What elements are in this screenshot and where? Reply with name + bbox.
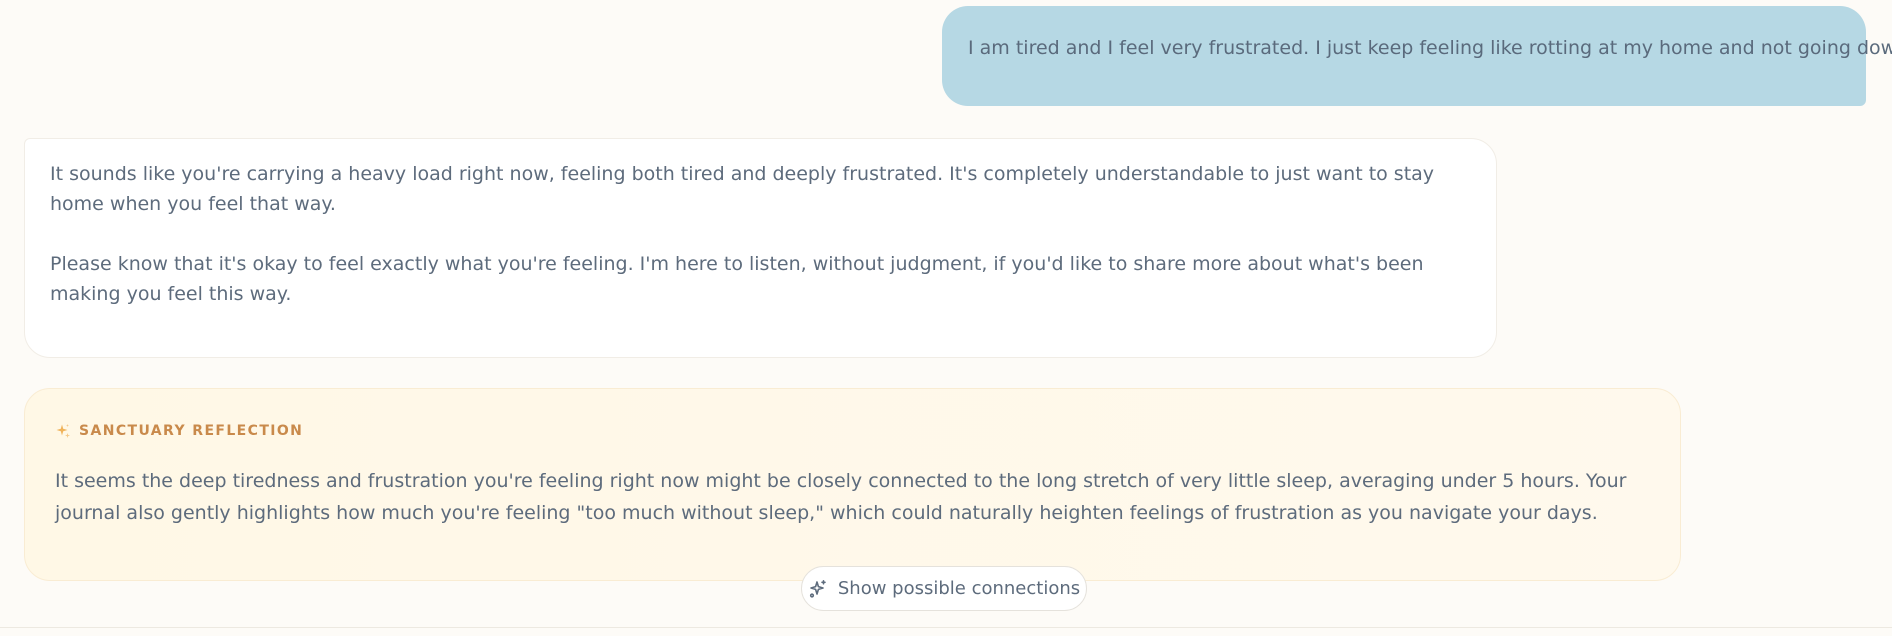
sanctuary-reflection-card: SANCTUARY REFLECTION It seems the deep t…	[24, 388, 1681, 581]
reflection-title: SANCTUARY REFLECTION	[79, 423, 304, 439]
user-message-bubble: I am tired and I feel very frustrated. I…	[942, 6, 1892, 106]
chat-view: I am tired and I feel very frustrated. I…	[0, 0, 1892, 636]
reflection-text: It seems the deep tiredness and frustrat…	[55, 470, 1627, 524]
assistant-message-bubble: It sounds like you're carrying a heavy l…	[24, 138, 1497, 358]
divider	[0, 627, 1892, 628]
sparkles-icon	[808, 579, 828, 599]
connections-button-label: Show possible connections	[837, 578, 1081, 599]
show-possible-connections-button[interactable]: Show possible connections	[801, 566, 1087, 611]
sparkle-icon	[55, 423, 71, 439]
assistant-paragraph: It sounds like you're carrying a heavy l…	[50, 163, 1435, 215]
assistant-paragraph: Please know that it's okay to feel exact…	[50, 253, 1424, 305]
reflection-header: SANCTUARY REFLECTION	[55, 421, 1650, 441]
user-message-text: I am tired and I feel very frustrated. I…	[968, 37, 1892, 59]
